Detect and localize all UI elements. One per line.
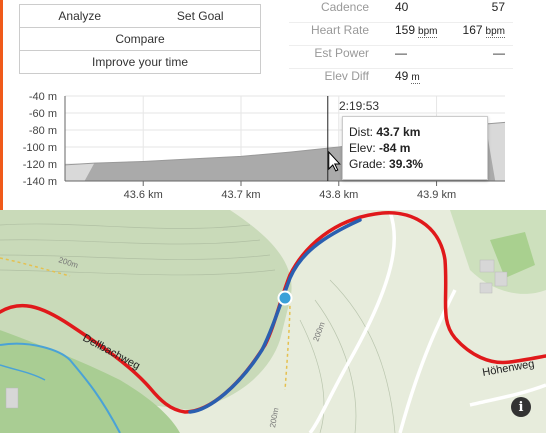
stat-unit: bpm bbox=[485, 26, 505, 38]
x-tick-label: 43.6 km bbox=[124, 189, 163, 201]
stat-value-avg: — bbox=[395, 46, 407, 60]
tooltip-dist-value: 43.7 km bbox=[376, 125, 421, 139]
stat-label: Est Power bbox=[314, 46, 369, 60]
x-tick-label: 43.9 km bbox=[417, 189, 456, 201]
chart-tooltip: Dist: 43.7 km Elev: -84 m Grade: 39.3% bbox=[342, 116, 488, 180]
stat-row-cadence: Cadence 40 57 bbox=[289, 0, 513, 23]
stat-value-avg: 159 bbox=[395, 23, 416, 37]
action-buttons: Analyze Set Goal Compare Improve your ti… bbox=[19, 4, 261, 74]
stat-value-avg: 40 bbox=[395, 0, 409, 14]
tooltip-elev-value: -84 m bbox=[379, 141, 411, 155]
y-tick-label: -140 m bbox=[23, 176, 57, 188]
y-tick-label: -120 m bbox=[23, 159, 57, 171]
set-goal-button[interactable]: Set Goal bbox=[139, 5, 261, 27]
stat-unit: bpm bbox=[418, 26, 438, 38]
stat-label: Cadence bbox=[320, 0, 369, 14]
position-marker bbox=[277, 290, 293, 306]
stat-label: Elev Diff bbox=[324, 69, 369, 83]
stat-value-max: 167 bbox=[462, 23, 483, 37]
tooltip-grade-label: Grade: bbox=[349, 157, 386, 171]
stat-row-est-power: Est Power — — bbox=[289, 46, 513, 69]
y-tick-label: -60 m bbox=[29, 108, 57, 120]
info-icon[interactable]: i bbox=[511, 397, 531, 417]
stat-label: Heart Rate bbox=[310, 23, 369, 37]
tooltip-dist-label: Dist: bbox=[349, 125, 373, 139]
tooltip-grade-value: 39.3% bbox=[389, 157, 424, 171]
x-tick-label: 43.7 km bbox=[221, 189, 260, 201]
y-tick-label: -40 m bbox=[29, 91, 57, 103]
stats-table: Cadence 40 57 Heart Rate 159 bpm 167 bpm E… bbox=[289, 0, 513, 91]
compare-button[interactable]: Compare bbox=[20, 28, 260, 50]
stat-unit: m bbox=[411, 72, 420, 84]
stat-value-max: — bbox=[493, 46, 505, 60]
stat-value: 49 bbox=[395, 69, 409, 83]
y-tick-label: -100 m bbox=[23, 142, 57, 154]
route-map[interactable]: Dellbachweg Höhenweg 200m 200m 200m bbox=[0, 210, 546, 433]
x-tick-label: 43.8 km bbox=[319, 189, 358, 201]
cursor-time: 2:19:53 bbox=[339, 99, 380, 113]
analyze-button[interactable]: Analyze bbox=[20, 5, 140, 27]
y-tick-label: -80 m bbox=[29, 125, 57, 137]
stat-value-max: 57 bbox=[491, 0, 505, 14]
stat-row-heart-rate: Heart Rate 159 bpm 167 bpm bbox=[289, 23, 513, 46]
improve-time-button[interactable]: Improve your time bbox=[20, 51, 260, 73]
tooltip-elev-label: Elev: bbox=[349, 141, 376, 155]
